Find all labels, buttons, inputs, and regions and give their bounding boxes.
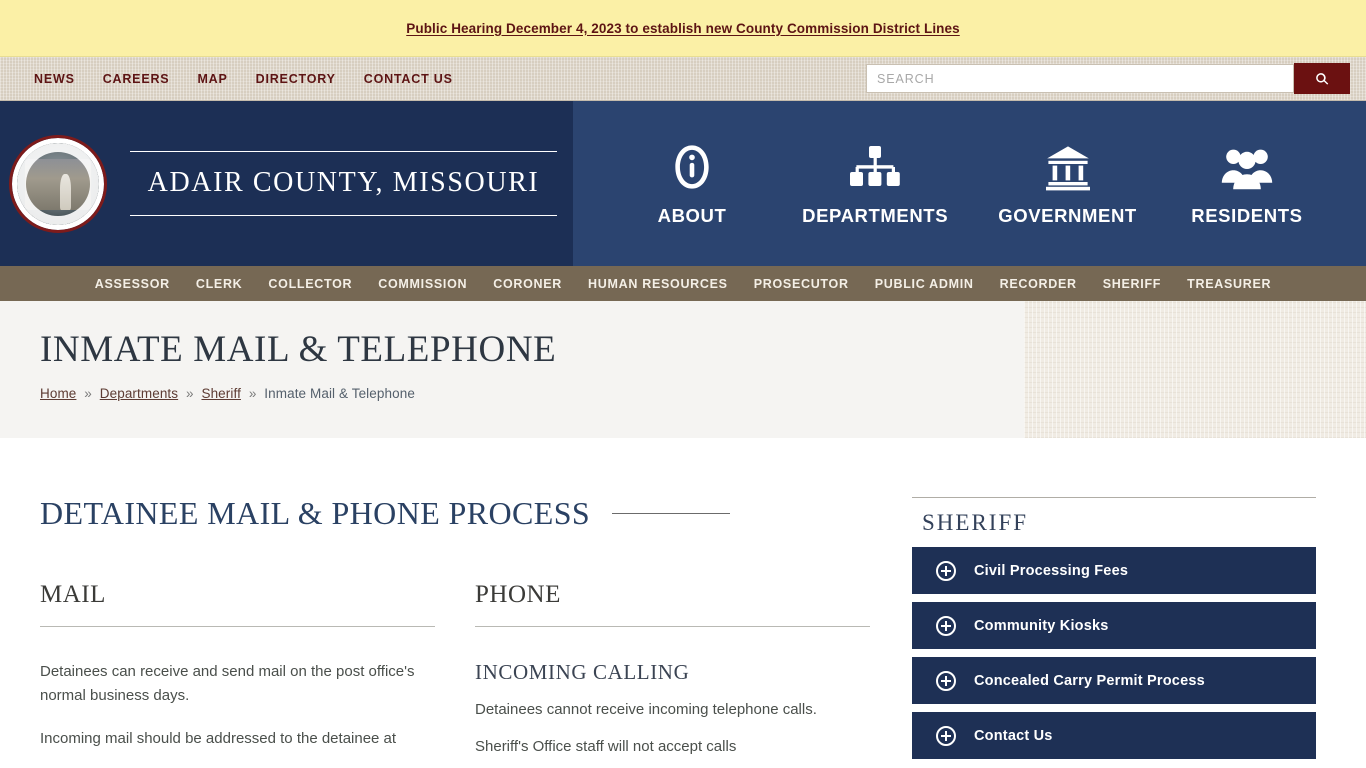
sidebar-item-label: Community Kiosks: [974, 617, 1109, 634]
nav-item-residents[interactable]: RESIDENTS: [1187, 140, 1307, 227]
sidebar: SHERIFF Civil Processing Fees Community …: [912, 495, 1316, 767]
plus-circle-icon: [936, 560, 956, 581]
nav-item-about[interactable]: ABOUT: [632, 140, 752, 227]
breadcrumb-separator-2: »: [186, 386, 194, 401]
nav-item-departments[interactable]: DEPARTMENTS: [802, 140, 948, 227]
sidebar-item-concealed-carry-permit-process[interactable]: Concealed Carry Permit Process: [912, 657, 1316, 704]
brand-block[interactable]: ADAIR COUNTY, MISSOURI: [0, 101, 573, 266]
site-title: ADAIR COUNTY, MISSOURI: [147, 167, 540, 198]
masthead: ADAIR COUNTY, MISSOURI ABOUT DEPARTMENTS…: [0, 101, 1366, 266]
breadcrumb-separator-3: »: [248, 386, 257, 401]
breadcrumb-separator-1: »: [84, 386, 92, 401]
dept-nav-item-recorder[interactable]: RECORDER: [1000, 277, 1077, 291]
search-form: [866, 63, 1350, 94]
seal-ring: [17, 143, 99, 225]
phone-title: PHONE: [475, 581, 561, 608]
dept-nav-item-prosecutor[interactable]: PROSECUTOR: [754, 277, 849, 291]
primary-icon-nav: ABOUT DEPARTMENTS GOVERNMENT RESIDENTS: [573, 101, 1366, 266]
section-heading-row: DETAINEE MAIL & PHONE PROCESS: [40, 495, 870, 532]
nav-label-about: ABOUT: [657, 205, 727, 226]
sidebar-item-label: Concealed Carry Permit Process: [974, 672, 1205, 689]
plus-circle-icon: [936, 670, 956, 691]
column-phone: PHONE INCOMING CALLING Detainees cannot …: [475, 581, 870, 760]
plus-circle-icon: [936, 725, 956, 746]
dept-nav-item-treasurer[interactable]: TREASURER: [1187, 277, 1271, 291]
sidebar-item-label: Civil Processing Fees: [974, 562, 1129, 579]
brand-title-box: ADAIR COUNTY, MISSOURI: [130, 151, 573, 216]
dept-nav-item-public-admin[interactable]: PUBLIC ADMIN: [875, 277, 974, 291]
utility-nav: NEWS CAREERS MAP DIRECTORY CONTACT US: [34, 72, 453, 86]
dept-nav-item-sheriff[interactable]: SHERIFF: [1103, 277, 1161, 291]
mail-paragraph-2: Incoming mail should be addressed to the…: [40, 729, 397, 747]
alert-banner-link[interactable]: Public Hearing December 4, 2023 to estab…: [406, 21, 960, 36]
search-input[interactable]: [866, 64, 1294, 93]
dept-nav-item-clerk[interactable]: CLERK: [196, 277, 243, 291]
nav-label-government: GOVERNMENT: [998, 205, 1137, 226]
sidebar-item-civil-processing-fees[interactable]: Civil Processing Fees: [912, 547, 1316, 594]
section-heading-rule: [612, 513, 731, 514]
dept-nav-item-commission[interactable]: COMMISSION: [378, 277, 467, 291]
main-layout: DETAINEE MAIL & PHONE PROCESS MAIL Detai…: [0, 438, 1366, 767]
sidebar-item-community-kiosks[interactable]: Community Kiosks: [912, 602, 1316, 649]
phone-paragraph-1: Detainees cannot receive incoming teleph…: [475, 701, 817, 718]
page-title-band: INMATE MAIL & TELEPHONE Home » Departmen…: [0, 301, 1366, 438]
utility-link-news[interactable]: NEWS: [34, 72, 75, 86]
county-seal-logo[interactable]: [9, 134, 107, 233]
utility-link-directory[interactable]: DIRECTORY: [256, 72, 336, 86]
sidebar-item-label: Contact Us: [974, 727, 1053, 744]
breadcrumb-link-departments[interactable]: Departments: [100, 386, 178, 401]
sidebar-item-contact-us[interactable]: Contact Us: [912, 712, 1316, 759]
search-icon: [1316, 72, 1329, 85]
sitemap-icon: [849, 140, 901, 192]
dept-nav-item-human-resources[interactable]: HUMAN RESOURCES: [588, 277, 728, 291]
breadcrumb-link-home[interactable]: Home: [40, 386, 76, 401]
content-columns: MAIL Detainees can receive and send mail…: [40, 581, 870, 760]
dept-nav-item-assessor[interactable]: ASSESSOR: [95, 277, 170, 291]
phone-paragraph-2: Sheriff's Office staff will not accept c…: [475, 738, 737, 756]
brand-rule-bottom: [130, 215, 557, 216]
nav-item-government[interactable]: GOVERNMENT: [998, 140, 1137, 227]
incoming-calling-subtitle: INCOMING CALLING: [475, 660, 690, 684]
breadcrumb: Home » Departments » Sheriff » Inmate Ma…: [40, 386, 1366, 401]
alert-banner: Public Hearing December 4, 2023 to estab…: [0, 0, 1366, 57]
breadcrumb-link-sheriff[interactable]: Sheriff: [201, 386, 240, 401]
users-icon: [1221, 140, 1273, 192]
bank-icon: [1044, 140, 1092, 192]
nav-label-departments: DEPARTMENTS: [802, 205, 949, 226]
utility-bar: NEWS CAREERS MAP DIRECTORY CONTACT US: [0, 57, 1366, 101]
utility-link-careers[interactable]: CAREERS: [103, 72, 170, 86]
utility-link-map[interactable]: MAP: [197, 72, 227, 86]
page-title: INMATE MAIL & TELEPHONE: [40, 329, 557, 370]
search-submit-button[interactable]: [1294, 63, 1350, 94]
phone-rule: [475, 626, 870, 627]
mail-title: MAIL: [40, 581, 106, 608]
breadcrumb-current: Inmate Mail & Telephone: [264, 386, 415, 401]
mail-rule: [40, 626, 435, 627]
section-heading: DETAINEE MAIL & PHONE PROCESS: [40, 495, 591, 531]
plus-circle-icon: [936, 615, 956, 636]
main-content: DETAINEE MAIL & PHONE PROCESS MAIL Detai…: [40, 495, 870, 767]
utility-link-contact-us[interactable]: CONTACT US: [364, 72, 453, 86]
mail-paragraph-1: Detainees can receive and send mail on t…: [40, 663, 415, 705]
department-nav: ASSESSOR CLERK COLLECTOR COMMISSION CORO…: [0, 266, 1366, 301]
dept-nav-item-collector[interactable]: COLLECTOR: [268, 277, 352, 291]
nav-label-residents: RESIDENTS: [1191, 205, 1303, 226]
info-circle-icon: [667, 140, 717, 192]
sidebar-title: SHERIFF: [922, 510, 1029, 535]
dept-nav-item-coroner[interactable]: CORONER: [493, 277, 562, 291]
column-mail: MAIL Detainees can receive and send mail…: [40, 581, 435, 760]
